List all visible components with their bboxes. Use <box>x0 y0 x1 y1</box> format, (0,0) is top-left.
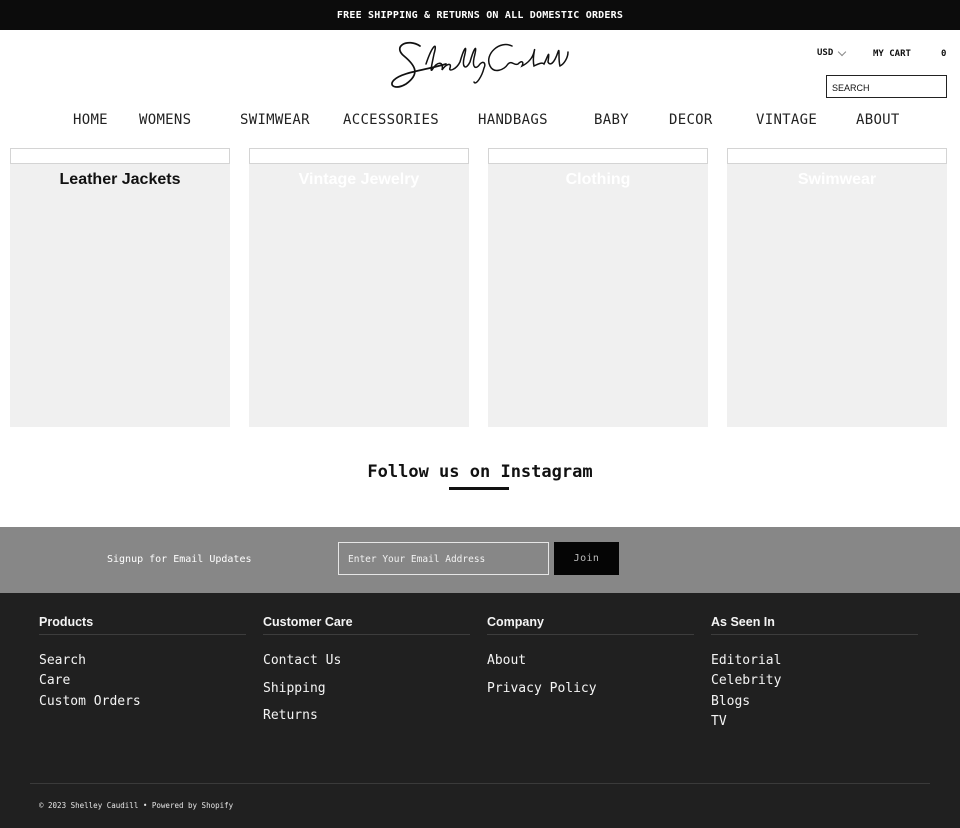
footer-column-title: Company <box>487 615 694 635</box>
footer-column-title: Customer Care <box>263 615 470 635</box>
nav-womens[interactable]: WOMENS <box>139 112 191 128</box>
footer-link-contact-us[interactable]: Contact Us <box>263 653 470 681</box>
footer-link-blogs[interactable]: Blogs <box>711 694 918 714</box>
footer-link-returns[interactable]: Returns <box>263 708 470 736</box>
cart-count[interactable]: 0 <box>941 49 946 59</box>
footer-link-shipping[interactable]: Shipping <box>263 681 470 709</box>
footer-link-search[interactable]: Search <box>39 653 246 673</box>
nav-vintage[interactable]: VINTAGE <box>756 112 817 128</box>
join-button[interactable]: Join <box>554 542 619 575</box>
footer-column-title: Products <box>39 615 246 635</box>
footer-link-about[interactable]: About <box>487 653 694 681</box>
currency-selector[interactable]: USD <box>817 47 847 58</box>
nav-swimwear[interactable]: SWIMWEAR <box>240 112 310 128</box>
nav-home[interactable]: HOME <box>73 112 108 128</box>
currency-label: USD <box>817 48 834 58</box>
collection-title: Clothing <box>565 171 631 188</box>
main-nav: HOME WOMENS SWIMWEAR ACCESSORIES HANDBAG… <box>0 112 960 130</box>
signature-logo-icon <box>391 41 569 88</box>
cart-link[interactable]: MY CART <box>873 49 911 59</box>
nav-handbags[interactable]: HANDBAGS <box>478 112 548 128</box>
footer-link-privacy-policy[interactable]: Privacy Policy <box>487 681 694 709</box>
footer-column-company: Company About Privacy Policy <box>487 615 694 708</box>
footer-column-as-seen-in: As Seen In Editorial Celebrity Blogs TV <box>711 615 918 735</box>
footer-link-celebrity[interactable]: Celebrity <box>711 673 918 693</box>
footer-column-products: Products Search Care Custom Orders <box>39 615 246 714</box>
heading-underline <box>449 487 509 490</box>
collection-title: Vintage Jewelry <box>298 171 420 188</box>
email-field[interactable] <box>338 542 549 575</box>
instagram-heading: Follow us on Instagram <box>367 462 593 482</box>
collection-title: Leather Jackets <box>59 171 181 188</box>
card-top-strip <box>249 148 469 164</box>
card-top-strip <box>10 148 230 164</box>
footer-link-care[interactable]: Care <box>39 673 246 693</box>
nav-baby[interactable]: BABY <box>594 112 629 128</box>
collection-card-vintage-jewelry[interactable]: Vintage Jewelry <box>249 148 469 427</box>
nav-decor[interactable]: DECOR <box>669 112 713 128</box>
footer-column-customer-care: Customer Care Contact Us Shipping Return… <box>263 615 470 736</box>
copyright-text: © 2023 Shelley Caudill • Powered by Shop… <box>39 801 234 810</box>
chevron-down-icon <box>838 47 847 56</box>
card-top-strip <box>727 148 947 164</box>
site-footer: Products Search Care Custom Orders Custo… <box>0 593 960 828</box>
footer-link-custom-orders[interactable]: Custom Orders <box>39 694 246 714</box>
collection-card-leather-jackets[interactable]: Leather Jackets <box>10 148 230 427</box>
footer-link-editorial[interactable]: Editorial <box>711 653 918 673</box>
newsletter-signup: Signup for Email Updates Join <box>0 527 960 593</box>
footer-column-title: As Seen In <box>711 615 918 635</box>
brand-logo[interactable] <box>386 34 574 92</box>
footer-divider <box>30 783 930 784</box>
announcement-text: FREE SHIPPING & RETURNS ON ALL DOMESTIC … <box>336 9 624 21</box>
signup-label: Signup for Email Updates <box>107 554 252 565</box>
collection-card-clothing[interactable]: Clothing <box>488 148 708 427</box>
collection-title: Swimwear <box>797 171 877 188</box>
search-input[interactable] <box>826 75 947 98</box>
nav-about[interactable]: ABOUT <box>856 112 900 128</box>
collection-card-swimwear[interactable]: Swimwear <box>727 148 947 427</box>
footer-link-tv[interactable]: TV <box>711 714 918 734</box>
nav-accessories[interactable]: ACCESSORIES <box>343 112 439 128</box>
announcement-bar: FREE SHIPPING & RETURNS ON ALL DOMESTIC … <box>0 0 960 30</box>
card-top-strip <box>488 148 708 164</box>
